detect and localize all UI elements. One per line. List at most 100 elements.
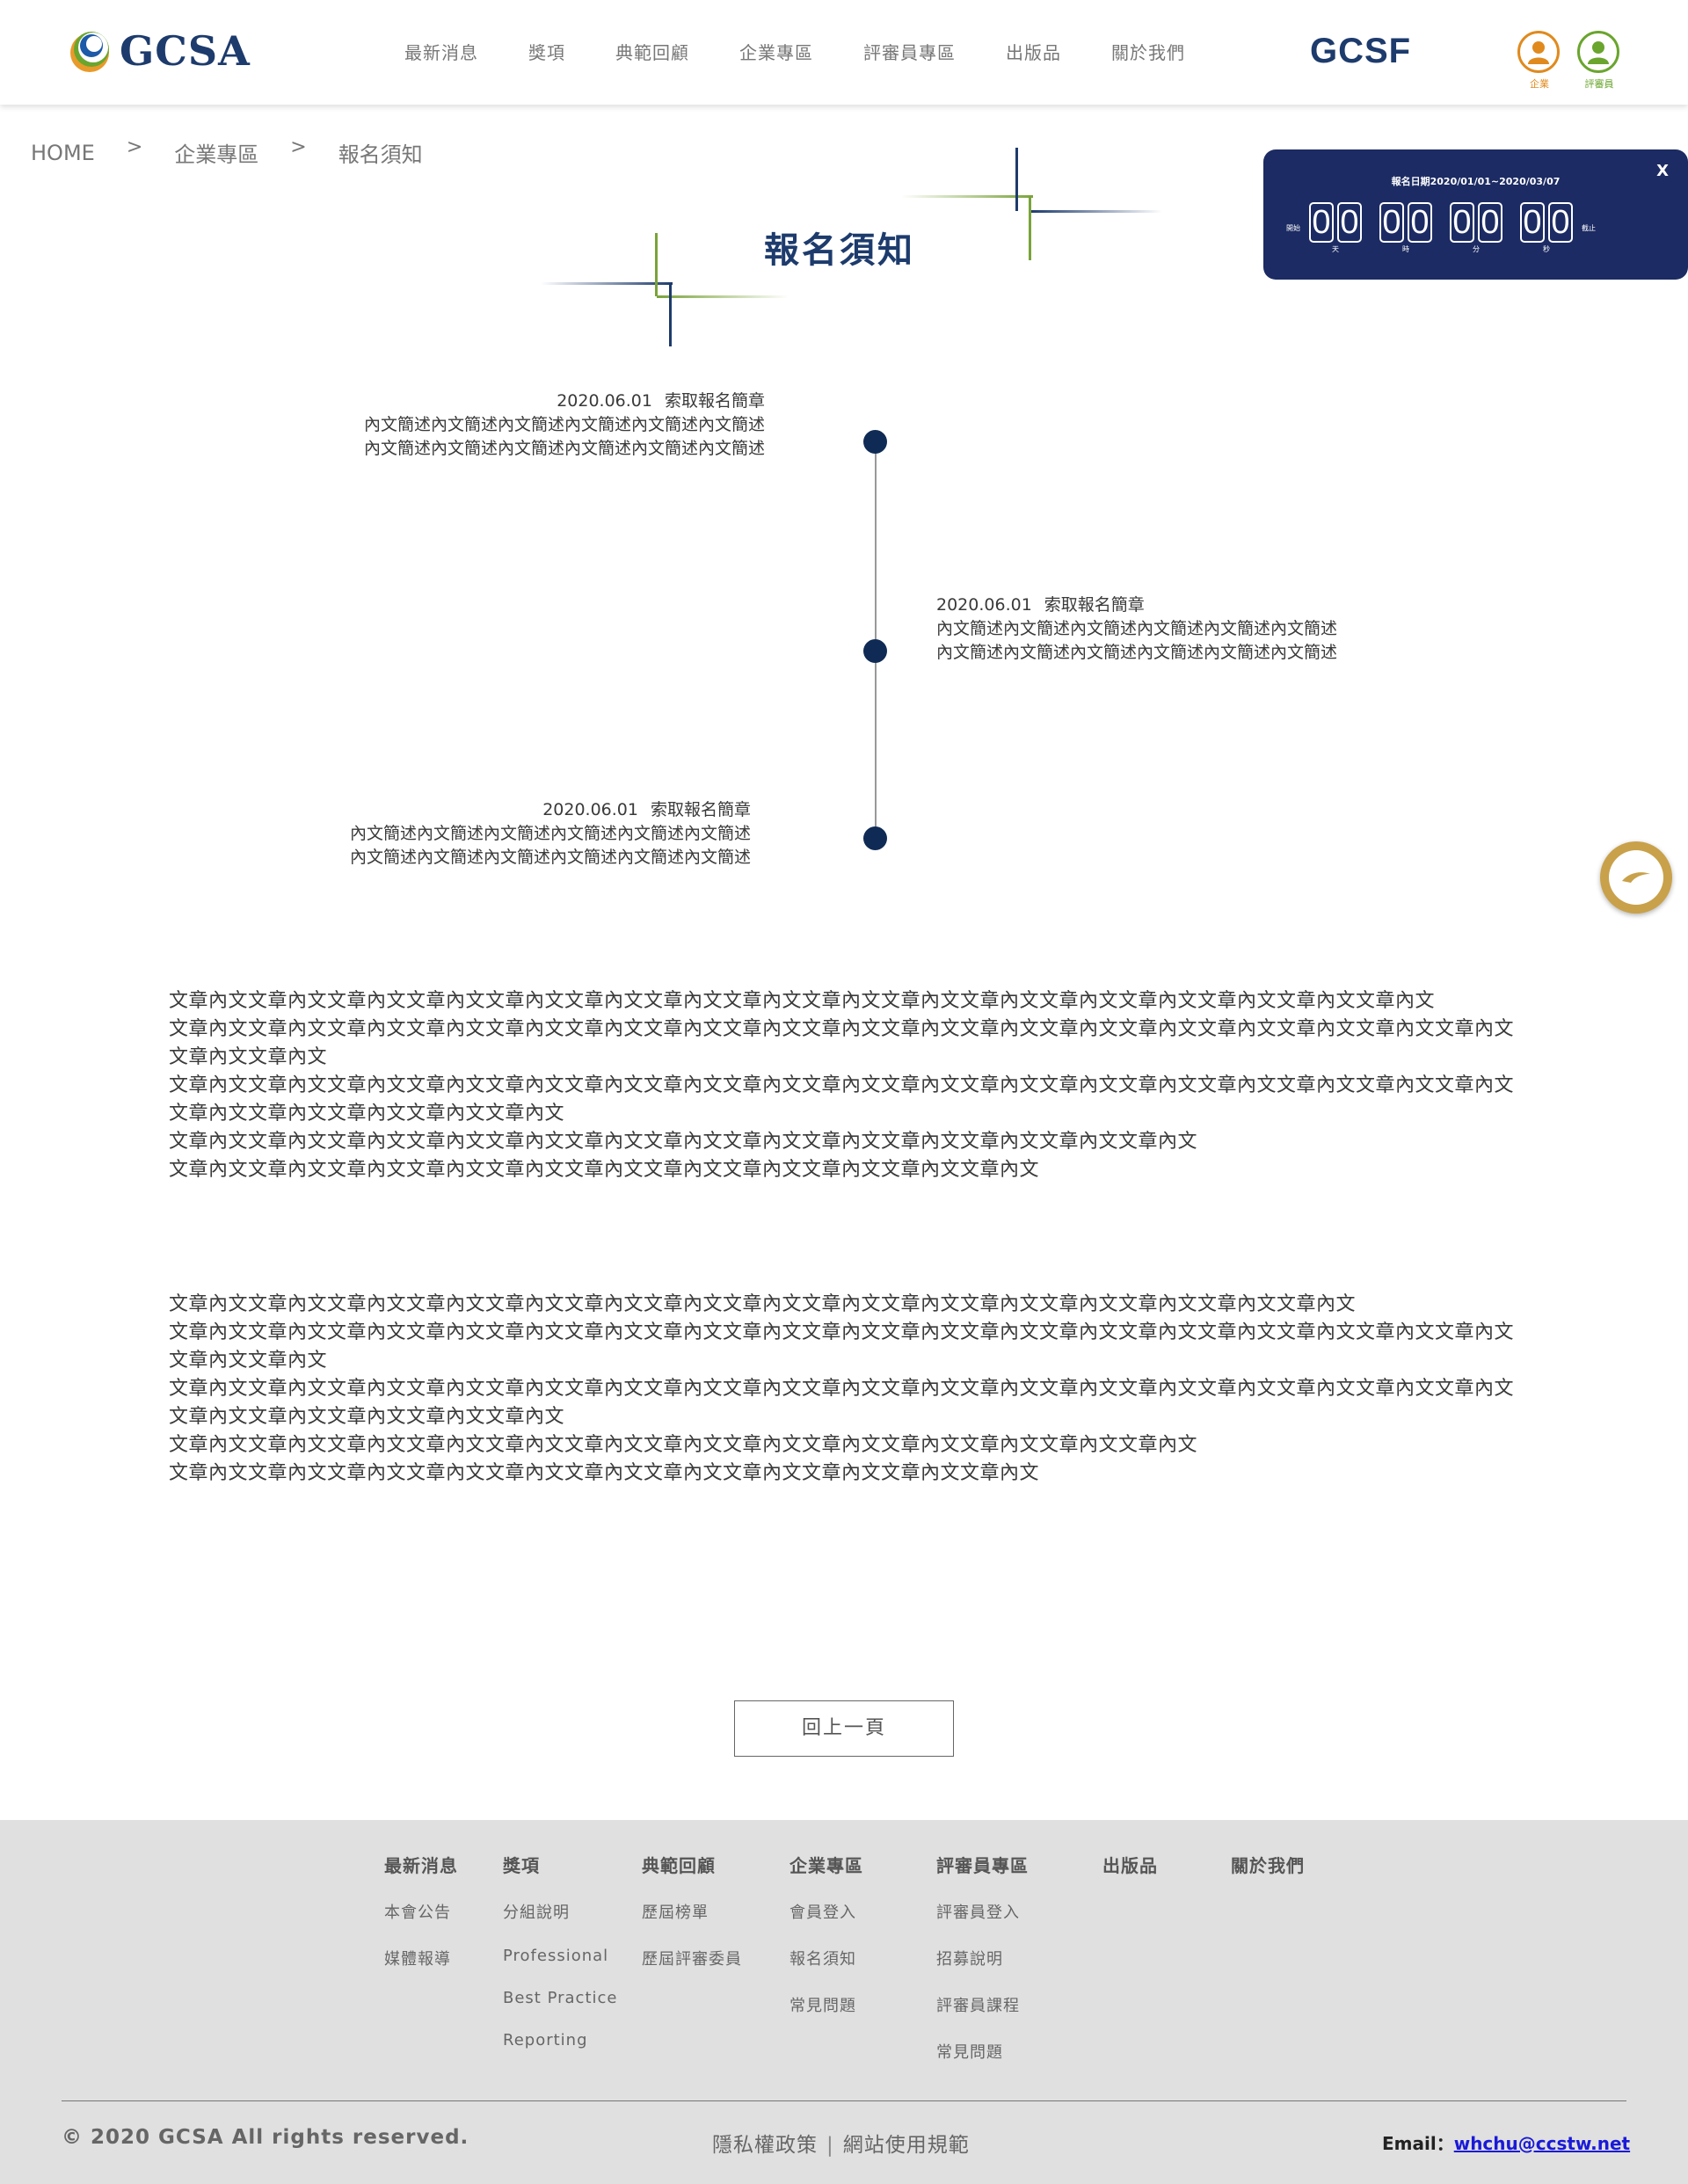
unit-label: 天 bbox=[1332, 245, 1339, 253]
breadcrumb-separator: > bbox=[126, 136, 143, 158]
judge-label: 評審員 bbox=[1584, 78, 1614, 90]
gcsa-logo-icon bbox=[70, 32, 109, 72]
timeline-item: 2020.06.01 索取報名簡章 內文簡述內文簡述內文簡述內文簡述內文簡述內文簡… bbox=[302, 798, 751, 870]
email-label: Email： bbox=[1382, 2133, 1454, 2154]
timeline-dot bbox=[863, 430, 887, 454]
page-title: 報名須知 bbox=[764, 230, 915, 271]
countdown-start-label: 開始 bbox=[1286, 224, 1300, 232]
terms-link[interactable]: 網站使用規範 bbox=[843, 2134, 970, 2157]
countdown-row: 開始 00 天 00 時 00 分 00 秒 截止 bbox=[1286, 202, 1596, 254]
timeline-desc: 內文簡述內文簡述內文簡述內文簡述內文簡述內文簡述 bbox=[349, 848, 751, 867]
nav-publications[interactable]: 出版品 bbox=[1006, 39, 1061, 64]
footer-col-about: 關於我們 bbox=[1231, 1852, 1305, 1900]
footer-link[interactable]: 媒體報導 bbox=[384, 1947, 458, 1969]
article-paragraph: 文章內文文章內文文章內文文章內文文章內文文章內文文章內文文章內文文章內文文章內文… bbox=[169, 1293, 1357, 1315]
breadcrumb: HOME > 企業專區 > 報名須知 bbox=[31, 136, 423, 168]
article-paragraph: 文章內文文章內文文章內文文章內文文章內文文章內文文章內文文章內文文章內文文章內文… bbox=[169, 1159, 1040, 1181]
divider: | bbox=[826, 2134, 834, 2157]
breadcrumb-home[interactable]: HOME bbox=[31, 141, 95, 165]
judge-login-button[interactable]: 評審員 bbox=[1577, 31, 1621, 91]
back-button[interactable]: 回上一頁 bbox=[734, 1700, 954, 1757]
timeline-title: 索取報名簡章 bbox=[1044, 595, 1145, 615]
footer-heading[interactable]: 出版品 bbox=[1102, 1852, 1158, 1877]
article-paragraph: 文章內文文章內文文章內文文章內文文章內文文章內文文章內文文章內文文章內文文章內文… bbox=[169, 1462, 1040, 1484]
timeline-item: 2020.06.01 索取報名簡章 內文簡述內文簡述內文簡述內文簡述內文簡述內文簡… bbox=[316, 389, 765, 461]
footer-link[interactable]: 評審員課程 bbox=[936, 1993, 1029, 2016]
article-paragraph: 文章內文文章內文文章內文文章內文文章內文文章內文文章內文文章內文文章內文文章內文… bbox=[169, 990, 1436, 1012]
nav-awards[interactable]: 獎項 bbox=[528, 39, 565, 64]
site-header: GCSA 最新消息 獎項 典範回顧 企業專區 評審員專區 出版品 關於我們 GC… bbox=[0, 0, 1688, 105]
footer-heading[interactable]: 評審員專區 bbox=[936, 1852, 1029, 1877]
floating-action-button[interactable] bbox=[1600, 841, 1672, 914]
footer-link[interactable]: 歷屆評審委員 bbox=[642, 1947, 742, 1969]
footer-col-review: 典範回顧 歷屆榜單 歷屆評審委員 bbox=[642, 1852, 742, 1993]
nav-judges[interactable]: 評審員專區 bbox=[863, 39, 956, 64]
privacy-link[interactable]: 隱私權政策 bbox=[712, 2134, 818, 2157]
nav-about[interactable]: 關於我們 bbox=[1111, 39, 1185, 64]
timeline-date: 2020.06.01 bbox=[557, 391, 652, 411]
footer-email: Email：whchu@ccstw.net bbox=[1382, 2129, 1630, 2155]
footer-heading[interactable]: 企業專區 bbox=[789, 1852, 863, 1877]
footer-col-awards: 獎項 分組說明 Professional Best Practice Repor… bbox=[503, 1852, 617, 2073]
footer-link[interactable]: Reporting bbox=[503, 2031, 617, 2049]
article-paragraph: 文章內文文章內文文章內文文章內文文章內文文章內文文章內文文章內文文章內文文章內文… bbox=[169, 1378, 1515, 1428]
email-link[interactable]: whchu@ccstw.net bbox=[1454, 2133, 1630, 2154]
timeline-desc: 內文簡述內文簡述內文簡述內文簡述內文簡述內文簡述 bbox=[349, 824, 751, 843]
unit-label: 分 bbox=[1473, 245, 1480, 253]
digit: 0 bbox=[1408, 202, 1432, 243]
footer-heading[interactable]: 最新消息 bbox=[384, 1852, 458, 1877]
footer-policy-links: 隱私權政策 | 網站使用規範 bbox=[712, 2128, 970, 2158]
article-paragraph: 文章內文文章內文文章內文文章內文文章內文文章內文文章內文文章內文文章內文文章內文… bbox=[169, 1131, 1198, 1153]
logo-text: GCSA bbox=[120, 27, 251, 75]
nav-review[interactable]: 典範回顧 bbox=[615, 39, 689, 64]
footer-link[interactable]: 報名須知 bbox=[789, 1947, 863, 1969]
footer-link[interactable]: 常見問題 bbox=[936, 2040, 1029, 2063]
footer-link[interactable]: 評審員登入 bbox=[936, 1900, 1029, 1923]
logo[interactable]: GCSA bbox=[65, 26, 251, 76]
timeline-title: 索取報名簡章 bbox=[650, 800, 751, 819]
footer-col-publications: 出版品 bbox=[1102, 1852, 1158, 1900]
article-paragraph: 文章內文文章內文文章內文文章內文文章內文文章內文文章內文文章內文文章內文文章內文… bbox=[169, 1434, 1198, 1456]
footer-link[interactable]: 歷屆榜單 bbox=[642, 1900, 742, 1923]
user-icon bbox=[1577, 31, 1619, 73]
footer-col-judges: 評審員專區 評審員登入 招募說明 評審員課程 常見問題 bbox=[936, 1852, 1029, 2086]
digit: 0 bbox=[1478, 202, 1502, 243]
article-block: 文章內文文章內文文章內文文章內文文章內文文章內文文章內文文章內文文章內文文章內文… bbox=[169, 987, 1523, 1184]
swoosh-icon bbox=[1609, 850, 1663, 905]
nav-enterprise[interactable]: 企業專區 bbox=[739, 39, 813, 64]
footer-link[interactable]: 常見問題 bbox=[789, 1993, 863, 2016]
footer-heading[interactable]: 獎項 bbox=[503, 1852, 617, 1877]
timeline-date: 2020.06.01 bbox=[542, 800, 638, 819]
footer-divider bbox=[62, 2100, 1626, 2101]
timeline-item: 2020.06.01 索取報名簡章 內文簡述內文簡述內文簡述內文簡述內文簡述內文簡… bbox=[936, 593, 1411, 665]
breadcrumb-enterprise[interactable]: 企業專區 bbox=[174, 137, 258, 168]
footer-link[interactable]: 會員登入 bbox=[789, 1900, 863, 1923]
breadcrumb-current: 報名須知 bbox=[338, 142, 423, 167]
footer-link[interactable]: 招募說明 bbox=[936, 1947, 1029, 1969]
timeline-dot bbox=[863, 639, 887, 663]
footer-heading[interactable]: 關於我們 bbox=[1231, 1852, 1305, 1877]
footer-link[interactable]: 本會公告 bbox=[384, 1900, 458, 1923]
timeline-heading: 2020.06.01 索取報名簡章 bbox=[936, 593, 1411, 617]
article-paragraph: 文章內文文章內文文章內文文章內文文章內文文章內文文章內文文章內文文章內文文章內文… bbox=[169, 1074, 1515, 1125]
article-paragraph: 文章內文文章內文文章內文文章內文文章內文文章內文文章內文文章內文文章內文文章內文… bbox=[169, 1321, 1515, 1372]
countdown-seconds: 00 秒 bbox=[1518, 202, 1575, 254]
article-paragraph: 文章內文文章內文文章內文文章內文文章內文文章內文文章內文文章內文文章內文文章內文… bbox=[169, 1018, 1515, 1068]
digit: 0 bbox=[1548, 202, 1573, 243]
countdown-minutes: 00 分 bbox=[1448, 202, 1504, 254]
footer-link[interactable]: 分組說明 bbox=[503, 1900, 617, 1923]
countdown-hours: 00 時 bbox=[1378, 202, 1434, 254]
nav-news[interactable]: 最新消息 bbox=[404, 39, 478, 64]
footer-link[interactable]: Best Practice bbox=[503, 1989, 617, 2007]
breadcrumb-separator: > bbox=[290, 136, 307, 158]
timeline-desc: 內文簡述內文簡述內文簡述內文簡述內文簡述內文簡述 bbox=[363, 415, 765, 434]
unit-label: 秒 bbox=[1543, 245, 1550, 253]
footer-link[interactable]: Professional bbox=[503, 1947, 617, 1965]
unit-label: 時 bbox=[1402, 245, 1409, 253]
enterprise-login-button[interactable]: 企業 bbox=[1517, 31, 1561, 91]
digit: 0 bbox=[1379, 202, 1404, 243]
timeline-heading: 2020.06.01 索取報名簡章 bbox=[302, 798, 751, 822]
timeline-desc: 內文簡述內文簡述內文簡述內文簡述內文簡述內文簡述 bbox=[363, 439, 765, 458]
footer-heading[interactable]: 典範回顧 bbox=[642, 1852, 742, 1877]
gcsf-link[interactable]: GCSF bbox=[1310, 32, 1411, 71]
